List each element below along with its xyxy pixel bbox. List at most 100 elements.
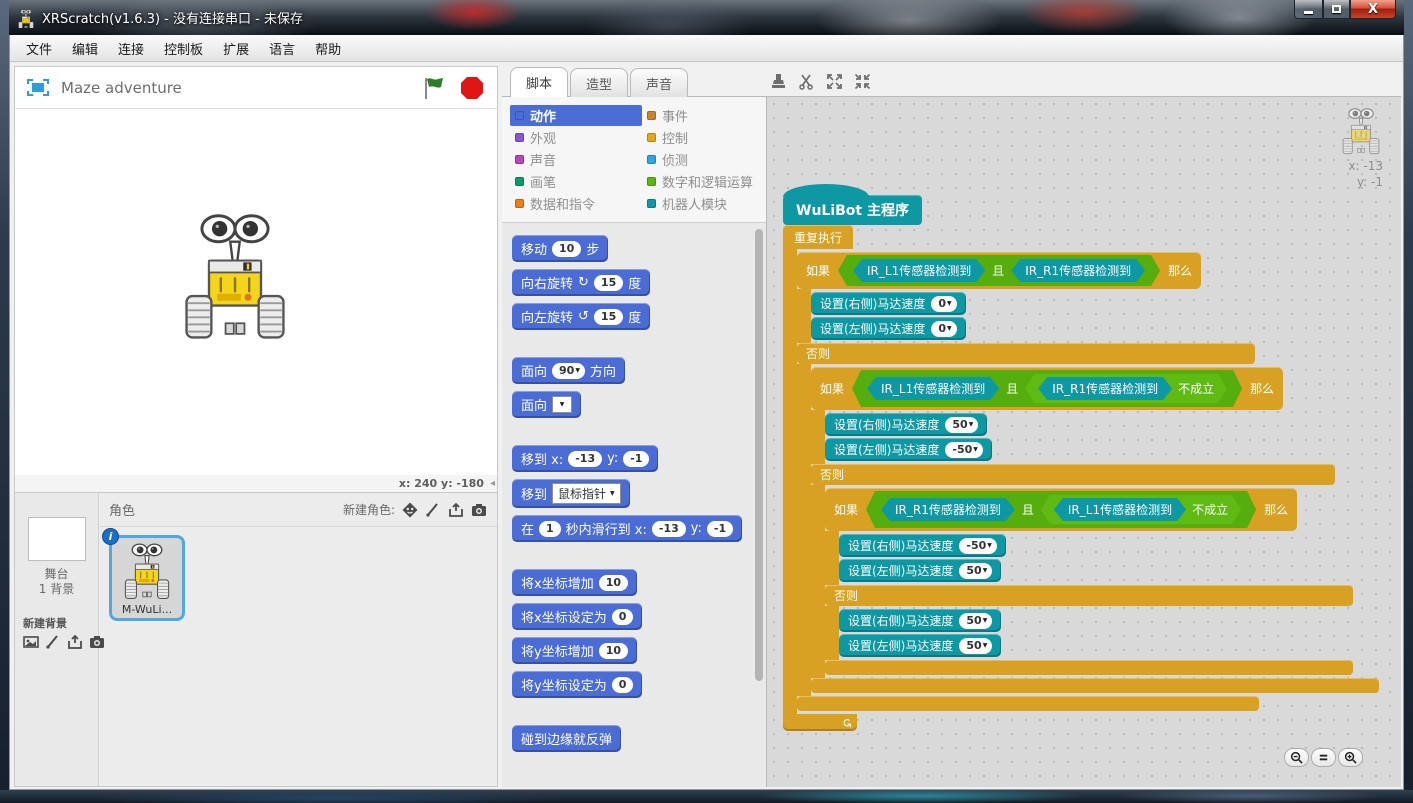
paint-sprite-icon[interactable]	[425, 502, 441, 518]
sensor-block-ir-l1[interactable]: IR_L1传感器检测到	[853, 259, 985, 282]
grow-sprite-icon[interactable]	[826, 73, 843, 90]
script-canvas[interactable]: x: -13 y: -1 WuLiBot 主程序 重复执行	[767, 97, 1401, 787]
menu-edit[interactable]: 编辑	[62, 36, 108, 61]
category-data[interactable]: 数据和指令	[510, 193, 642, 214]
set-right-motor-speed-block[interactable]: 设置(右侧)马达速度50▼	[839, 609, 1001, 632]
set-left-motor-speed-block[interactable]: 设置(左侧)马达速度50▼	[839, 634, 1001, 657]
x-input[interactable]: 0	[612, 609, 634, 625]
if-row-2[interactable]: 如果 IR_L1传感器检测到 且 IR_R1传感器检测到	[811, 367, 1283, 410]
block-bounce-on-edge[interactable]: 碰到边缘就反弹	[512, 725, 621, 752]
set-right-motor-speed-block[interactable]: 设置(右侧)马达速度50▼	[825, 413, 987, 436]
stage-sprite-robot[interactable]	[175, 211, 295, 341]
sensor-block-ir-r1[interactable]: IR_R1传感器检测到	[1011, 259, 1145, 282]
degrees-input[interactable]: 15	[594, 275, 623, 291]
camera-sprite-icon[interactable]	[471, 502, 487, 518]
sensor-block-ir-l1[interactable]: IR_L1传感器检测到	[1054, 498, 1186, 521]
speed-dropdown[interactable]: 50▼	[959, 563, 992, 579]
x-input[interactable]: -13	[652, 521, 686, 537]
y-input[interactable]: -1	[707, 521, 733, 537]
goto-target-dropdown[interactable]: 鼠标指针▼	[552, 483, 621, 504]
fullscreen-icon[interactable]	[27, 79, 49, 96]
stop-button[interactable]	[459, 75, 485, 101]
maximize-button[interactable]	[1323, 0, 1350, 19]
zoom-reset-button[interactable]	[1311, 748, 1336, 767]
tab-scripts[interactable]: 脚本	[510, 67, 568, 97]
speed-dropdown[interactable]: 0▼	[931, 296, 956, 312]
category-robot[interactable]: 机器人模块	[642, 193, 762, 214]
target-dropdown[interactable]: ▼	[552, 396, 572, 413]
script-stack[interactable]: WuLiBot 主程序 重复执行 如果	[783, 181, 1379, 731]
upload-sprite-icon[interactable]	[448, 502, 464, 518]
y-input[interactable]: 0	[612, 677, 634, 693]
category-operators[interactable]: 数字和逻辑运算	[642, 171, 762, 192]
block-set-x[interactable]: 将x坐标设定为0	[512, 603, 642, 630]
category-sensing[interactable]: 侦测	[642, 149, 762, 170]
steps-input[interactable]: 10	[552, 241, 581, 257]
paint-backdrop-icon[interactable]	[45, 634, 61, 650]
else-bar-1[interactable]: 否则	[797, 343, 1255, 364]
backdrop-from-library-icon[interactable]	[23, 634, 39, 650]
zoom-in-button[interactable]	[1338, 748, 1363, 767]
category-looks[interactable]: 外观	[510, 127, 642, 148]
close-button[interactable]: X	[1350, 0, 1396, 19]
block-goto-target[interactable]: 移到鼠标指针▼	[512, 479, 630, 508]
block-glide-to-xy[interactable]: 在1秒内滑行到 x:-13y:-1	[512, 515, 742, 542]
delete-scissors-icon[interactable]	[798, 73, 815, 90]
if-else-block-2[interactable]: 如果 IR_L1传感器检测到 且 IR_R1传感器检测到	[811, 367, 1379, 693]
not-operator-block[interactable]: IR_R1传感器检测到 不成立	[1025, 374, 1227, 403]
and-operator-block[interactable]: IR_L1传感器检测到 且 IR_R1传感器检测到	[838, 255, 1160, 286]
block-point-towards[interactable]: 面向▼	[512, 391, 581, 418]
block-change-y[interactable]: 将y坐标增加10	[512, 637, 637, 664]
duplicate-stamp-icon[interactable]	[770, 73, 787, 90]
menu-connect[interactable]: 连接	[108, 36, 154, 61]
set-left-motor-speed-block[interactable]: 设置(左侧)马达速度50▼	[839, 559, 1001, 582]
category-pen[interactable]: 画笔	[510, 171, 642, 192]
not-operator-block[interactable]: IR_L1传感器检测到 不成立	[1041, 495, 1241, 524]
if-else-block-3[interactable]: 如果 IR_R1传感器检测到 且	[825, 488, 1353, 675]
dy-input[interactable]: 10	[599, 643, 628, 659]
block-set-y[interactable]: 将y坐标设定为0	[512, 671, 642, 698]
zoom-out-button[interactable]	[1284, 748, 1309, 767]
stage-thumbnail[interactable]	[28, 517, 86, 561]
menu-file[interactable]: 文件	[16, 36, 62, 61]
degrees-input[interactable]: 15	[594, 309, 623, 325]
else-bar-3[interactable]: 否则	[825, 585, 1353, 606]
set-right-motor-speed-block[interactable]: 设置(右侧)马达速度0▼	[811, 292, 966, 315]
titlebar[interactable]: XRScratch(v1.6.3) - 没有连接串口 - 未保存 X	[9, 0, 1404, 35]
sprite-info-icon[interactable]: i	[102, 528, 119, 545]
speed-dropdown[interactable]: 0▼	[931, 321, 956, 337]
speed-dropdown[interactable]: 50▼	[959, 638, 992, 654]
speed-dropdown[interactable]: -50▼	[959, 538, 997, 554]
minimize-button[interactable]	[1294, 0, 1323, 19]
x-input[interactable]: -13	[568, 451, 602, 467]
y-input[interactable]: -1	[623, 451, 649, 467]
direction-dropdown[interactable]: 90▼	[552, 363, 585, 379]
block-turn-right[interactable]: 向右旋转↻15度	[512, 269, 650, 296]
sprite-card-m-wulibot[interactable]: i M-WuLi...	[109, 535, 185, 621]
sensor-block-ir-r1[interactable]: IR_R1传感器检测到	[1038, 377, 1172, 400]
menu-extensions[interactable]: 扩展	[213, 36, 259, 61]
and-operator-block[interactable]: IR_L1传感器检测到 且 IR_R1传感器检测到 不成立	[852, 370, 1242, 407]
sensor-block-ir-l1[interactable]: IR_L1传感器检测到	[867, 377, 999, 400]
speed-dropdown[interactable]: -50▼	[945, 442, 983, 458]
block-goto-xy[interactable]: 移到 x:-13y:-1	[512, 445, 658, 472]
set-left-motor-speed-block[interactable]: 设置(左侧)马达速度-50▼	[825, 438, 992, 461]
block-move-steps[interactable]: 移动10步	[512, 235, 608, 262]
and-operator-block[interactable]: IR_R1传感器检测到 且 IR_L1传感器检测到 不成立	[866, 491, 1256, 528]
if-else-block-1[interactable]: 如果 IR_L1传感器检测到 且 IR_R1传感器检测到 那么	[797, 252, 1379, 711]
set-right-motor-speed-block[interactable]: 设置(右侧)马达速度-50▼	[839, 534, 1006, 557]
secs-input[interactable]: 1	[539, 521, 561, 537]
shrink-sprite-icon[interactable]	[854, 73, 871, 90]
category-sound[interactable]: 声音	[510, 149, 642, 170]
tab-sounds[interactable]: 声音	[630, 68, 688, 97]
if-row-3[interactable]: 如果 IR_R1传感器检测到 且	[825, 488, 1297, 531]
sensor-block-ir-r1[interactable]: IR_R1传感器检测到	[881, 498, 1015, 521]
menu-board[interactable]: 控制板	[154, 36, 213, 61]
block-point-direction[interactable]: 面向90▼方向	[512, 357, 625, 384]
category-motion[interactable]: 动作	[510, 105, 642, 126]
sprite-from-library-icon[interactable]	[402, 502, 418, 518]
menu-help[interactable]: 帮助	[305, 36, 351, 61]
tab-costumes[interactable]: 造型	[570, 68, 628, 97]
speed-dropdown[interactable]: 50▼	[945, 417, 978, 433]
if-row-1[interactable]: 如果 IR_L1传感器检测到 且 IR_R1传感器检测到 那么	[797, 252, 1201, 289]
